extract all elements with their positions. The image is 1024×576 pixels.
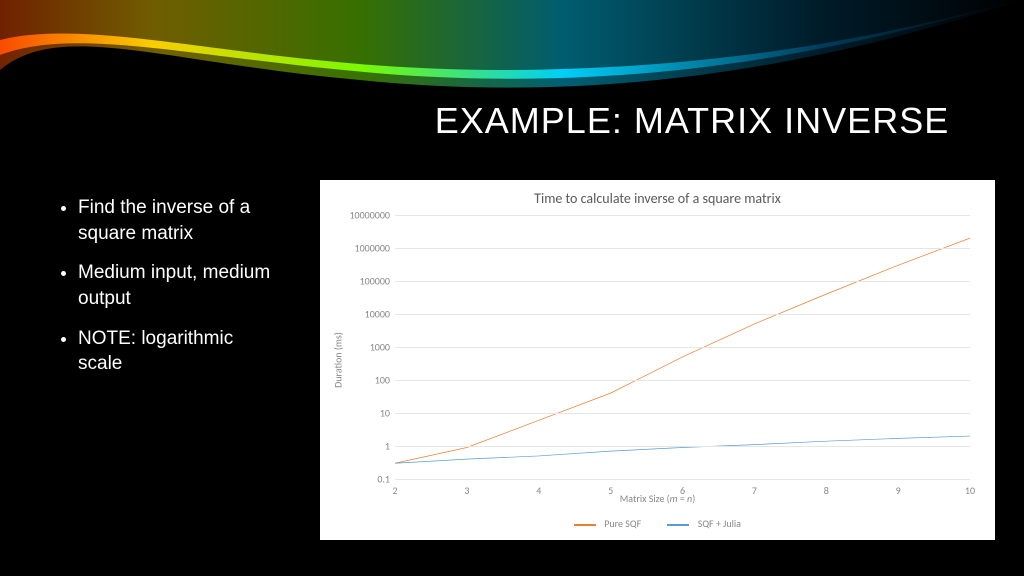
y-tick-label: 10000 [335,308,390,321]
y-tick-label: 100 [335,374,390,387]
gridline [395,281,970,282]
gridline [395,248,970,249]
y-tick-label: 0.1 [335,473,390,486]
gridline [395,215,970,216]
legend-swatch [574,524,596,526]
series-line [395,436,970,463]
gridline [395,446,970,447]
legend-item: Pure SQF [574,517,641,530]
y-tick-label: 10000000 [335,209,390,222]
plot-area: 0.11101001000100001000001000000100000002… [395,215,970,480]
gridline [395,479,970,480]
y-tick-label: 1000 [335,341,390,354]
series-line [395,238,970,463]
y-tick-label: 1 [335,440,390,453]
x-axis-label: Matrix Size (m = n) [320,492,995,505]
chart-panel: Time to calculate inverse of a square ma… [320,180,995,540]
gridline [395,380,970,381]
gridline [395,347,970,348]
y-tick-label: 1000000 [335,242,390,255]
legend-label: SQF + Julia [698,517,741,530]
x-axis-label-text: Matrix Size (m = n) [620,492,696,505]
bullet-list: Find the inverse of a square matrix Medi… [60,195,280,391]
chart-legend: Pure SQF SQF + Julia [320,517,995,530]
y-tick-label: 100000 [335,275,390,288]
legend-label: Pure SQF [604,517,641,530]
slide-title: EXAMPLE: MATRIX INVERSE [400,100,984,142]
chart-title: Time to calculate inverse of a square ma… [320,180,995,207]
bullet-item: Find the inverse of a square matrix [78,195,280,246]
gridline [395,413,970,414]
y-tick-label: 10 [335,407,390,420]
legend-item: SQF + Julia [667,517,741,530]
bullet-item: NOTE: logarithmic scale [78,326,280,377]
bullet-item: Medium input, medium output [78,260,280,311]
legend-swatch [667,524,689,526]
gridline [395,314,970,315]
